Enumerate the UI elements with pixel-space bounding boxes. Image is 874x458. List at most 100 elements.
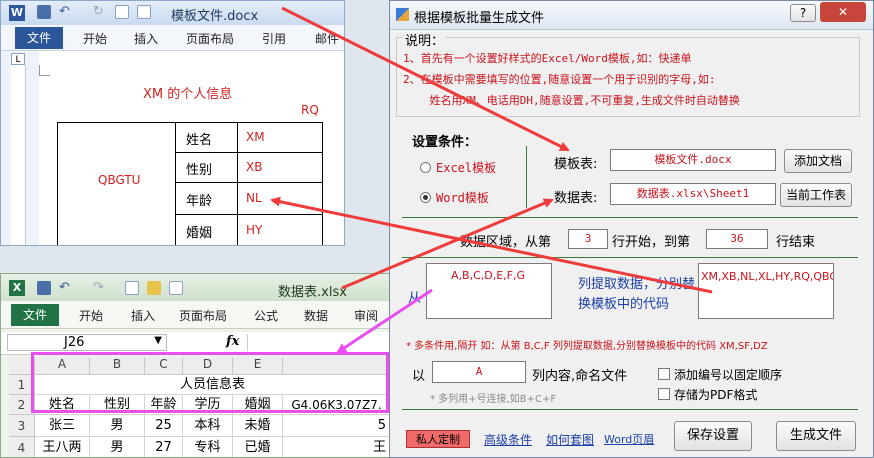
current-sheet-button[interactable]: 当前工作表: [780, 183, 852, 207]
label-cell-name: 姓名: [175, 122, 238, 153]
save-pdf-label[interactable]: 存储为PDF格式: [674, 386, 757, 403]
how-to-template-link[interactable]: 如何套图: [546, 431, 594, 448]
data-sheet-input[interactable]: 数据表.xlsx\Sheet1: [610, 183, 776, 205]
word-tab-file[interactable]: 文件: [15, 27, 63, 49]
excel-tab-insert[interactable]: 插入: [131, 307, 155, 324]
code-cell-age: NL: [237, 182, 323, 215]
data-cell[interactable]: 张三: [35, 415, 90, 437]
excel-ribbon-tabs: 文件 开始 插入 页面布局 公式 数据 审阅: [1, 301, 389, 329]
divider-1: [402, 217, 858, 218]
label-cell-gender: 性别: [175, 152, 238, 183]
excel-preview-icon[interactable]: [169, 281, 183, 295]
excel-new-icon[interactable]: [125, 281, 139, 295]
divider-2: [402, 257, 858, 258]
print-preview-icon[interactable]: [137, 5, 151, 19]
template-label: 模板表:: [554, 157, 598, 172]
row-header[interactable]: 3: [9, 415, 35, 437]
data-cell[interactable]: 25: [145, 415, 183, 437]
range-prefix-text: 数据区域，从第: [460, 235, 552, 250]
end-row-input[interactable]: 36: [706, 229, 768, 249]
save-pdf-checkbox[interactable]: [658, 388, 670, 400]
excel-app-icon: X: [9, 280, 25, 296]
advanced-conditions-link[interactable]: 高级条件: [484, 431, 532, 448]
data-cell[interactable]: 已婚: [233, 437, 283, 457]
data-cell[interactable]: 王八两: [35, 437, 90, 457]
undo-icon[interactable]: ↶: [59, 4, 70, 19]
excel-titlebar: X ↶ ↷ 数据表.xlsx: [1, 274, 389, 301]
excel-tab-file[interactable]: 文件: [11, 304, 59, 326]
template-input[interactable]: 模板文件.docx: [610, 149, 776, 171]
data-sheet-label: 数据表:: [554, 191, 598, 206]
word-app-icon: W: [9, 5, 25, 21]
photo-code: QBGTU: [98, 173, 141, 187]
from-label: 从: [408, 291, 422, 306]
word-tab-insert[interactable]: 插入: [134, 30, 158, 47]
data-cell[interactable]: 王: [283, 437, 389, 457]
chevron-down-icon[interactable]: ▼: [154, 335, 162, 346]
new-doc-icon[interactable]: [115, 5, 129, 19]
excel-tab-home[interactable]: 开始: [79, 307, 103, 324]
help-button[interactable]: ?: [790, 4, 816, 22]
note-label: 说明：: [403, 30, 447, 49]
excel-tab-review[interactable]: 审阅: [354, 307, 378, 324]
generate-files-button[interactable]: 生成文件: [776, 421, 856, 451]
header-highlight-box: [31, 352, 389, 413]
function-icon[interactable]: fx: [226, 334, 239, 349]
note-group: 说明： 1、首先有一个设置好样式的Excel/Word模板,如：快递单 2、在模…: [396, 30, 860, 117]
word-page: XM 的个人信息 RQ QBGTU 姓名 XM 性别 XB 年龄 NL 婚姻 H…: [39, 65, 344, 245]
word-tab-mailings[interactable]: 邮件: [315, 30, 339, 47]
radio-excel-label[interactable]: Excel模板: [436, 159, 496, 176]
excel-open-icon[interactable]: [147, 281, 161, 295]
excel-undo-icon[interactable]: ↶: [59, 280, 70, 295]
data-cell[interactable]: 专科: [183, 437, 233, 457]
add-number-label[interactable]: 添加编号以固定顺序: [674, 366, 782, 383]
codes-textarea[interactable]: XM,XB,NL,XL,HY,RQ,QBGTU: [698, 263, 834, 319]
row-header[interactable]: 4: [9, 437, 35, 457]
multi-condition-note: * 多条件用,隔开 如：从第 B,C,F 列列提取数据,分别替换模板中的代码 X…: [406, 341, 768, 352]
note-line-1: 1、首先有一个设置好样式的Excel/Word模板,如：快递单: [403, 52, 692, 65]
word-ribbon-tabs: 文件 开始 插入 页面布局 引用 邮件: [1, 25, 344, 51]
excel-window: X ↶ ↷ 数据表.xlsx 文件 开始 插入 页面布局 公式 数据 审阅 J2…: [0, 273, 390, 458]
word-tab-home[interactable]: 开始: [83, 30, 107, 47]
save-icon[interactable]: [37, 5, 51, 19]
excel-redo-icon[interactable]: ↷: [93, 280, 104, 295]
note-line-2: 2、在模板中需要填写的位置,随意设置一个用于识别的字母,如:: [403, 73, 716, 86]
name-box[interactable]: J26 ▼: [7, 334, 167, 351]
formula-input[interactable]: [247, 334, 388, 351]
radio-word-label[interactable]: Word模板: [436, 189, 489, 206]
data-cell[interactable]: 本科: [183, 415, 233, 437]
word-title: 模板文件.docx: [171, 9, 259, 24]
word-tab-layout[interactable]: 页面布局: [186, 30, 234, 47]
note-line-3: 姓名用XM、电话用DH,随意设置,不可重复,生成文件时自动替换: [403, 94, 740, 107]
data-cell[interactable]: 男: [90, 415, 145, 437]
close-button[interactable]: ✕: [820, 2, 866, 22]
excel-tab-formulas[interactable]: 公式: [254, 307, 278, 324]
radio-excel-template[interactable]: [420, 162, 431, 173]
divider-3: [402, 409, 858, 410]
data-cell[interactable]: 5: [283, 415, 389, 437]
save-settings-button[interactable]: 保存设置: [674, 421, 752, 451]
redo-icon[interactable]: ↻: [93, 4, 104, 19]
filename-hint: * 多列用+号连接,如B+C+F: [430, 394, 557, 405]
extract-text: 列提取数据，分别替换模板中的代码: [578, 277, 696, 312]
add-number-checkbox[interactable]: [658, 368, 670, 380]
data-cell[interactable]: 男: [90, 437, 145, 457]
excel-tab-layout[interactable]: 页面布局: [179, 307, 227, 324]
rq-code: RQ: [301, 103, 319, 117]
margin-corner-mark: [39, 65, 50, 76]
custom-button[interactable]: 私人定制: [406, 430, 470, 448]
excel-save-icon[interactable]: [37, 281, 51, 295]
word-tab-references[interactable]: 引用: [262, 30, 286, 47]
radio-word-template[interactable]: [420, 192, 431, 203]
data-cell[interactable]: 未婚: [233, 415, 283, 437]
range-mid-text: 行开始，到第: [612, 235, 691, 250]
start-row-input[interactable]: 3: [568, 229, 608, 249]
word-header-link[interactable]: Word页眉: [604, 431, 654, 447]
data-cell[interactable]: 27: [145, 437, 183, 457]
add-document-button[interactable]: 添加文档: [784, 149, 852, 173]
filename-column-input[interactable]: A: [432, 361, 526, 383]
label-cell-marriage: 婚姻: [175, 214, 238, 245]
excel-tab-data[interactable]: 数据: [304, 307, 328, 324]
ruler-corner-button[interactable]: L: [11, 53, 25, 65]
columns-textarea[interactable]: A,B,C,D,E,F,G: [426, 263, 552, 319]
